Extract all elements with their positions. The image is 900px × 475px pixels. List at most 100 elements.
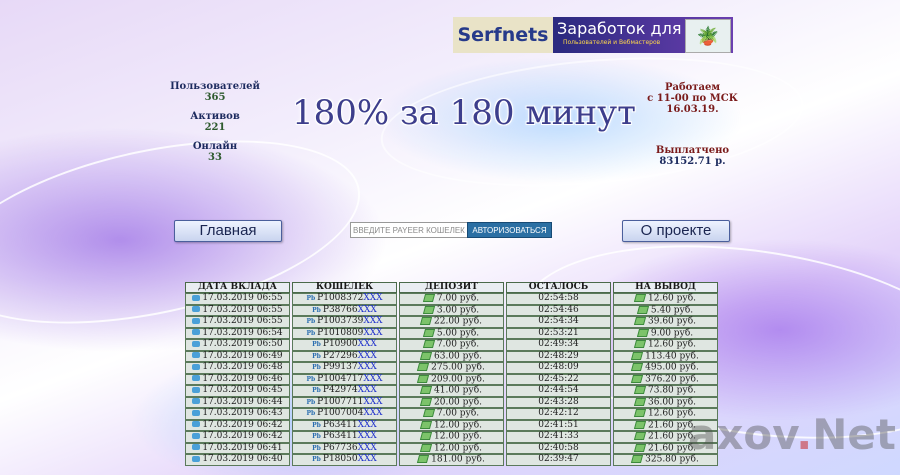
stat-active: Активов 221 [170,111,260,133]
deposit-text: 63.00 руб. [434,351,482,361]
watermark-dot: . [796,410,813,459]
payout-text: 5.40 руб. [650,305,694,315]
stat-value: 365 [204,92,226,103]
work-hours: с 11-00 по МСК [647,93,738,104]
remaining-text: 02:44:54 [538,385,579,396]
cell-remaining: 02:45:22 [506,373,611,385]
remaining-text: 02:48:29 [538,350,579,361]
payeer-icon: Pb [312,456,321,464]
date-text: 17.03.2019 06:40 [202,454,283,465]
cell-deposit: 63.00 руб. [399,350,504,362]
cell-wallet: Pb P38766XXX [292,304,397,316]
wallet-text: P42974 [322,385,358,396]
money-icon [422,340,435,348]
money-icon [417,374,430,383]
cell-deposit: 209.00 руб. [399,373,504,385]
wallet-mask: XXX [363,396,383,407]
remaining-text: 02:49:34 [538,339,579,350]
wallet-mask: XXX [357,454,377,465]
remaining-text: 02:54:58 [538,293,579,304]
cell-deposit: 3.00 руб. [399,304,504,316]
wallet-text: P38766 [322,304,358,315]
banner-title: Заработок для [557,19,682,38]
cell-payout: 36.00 руб. [613,396,718,408]
cell-date: 17.03.2019 06:50 [185,339,290,351]
wallet-text: P18050 [322,454,358,465]
header-payout: НА ВЫВОД [613,282,718,293]
cell-remaining: 02:44:54 [506,385,611,397]
cell-wallet: Pb P1003739XXX [292,316,397,328]
table-row: 17.03.2019 06:49 Pb P27296XXX 63.00 руб. 02:… [185,350,718,362]
wallet-mask: XXX [363,293,383,304]
cell-wallet: Pb P63411XXX [292,431,397,443]
banner-logo: Serfnets [453,17,553,53]
wallet-mask: XXX [363,408,383,419]
cell-wallet: Pb P63411XXX [292,419,397,431]
cell-wallet: Pb P10900XXX [292,339,397,351]
stats-right: Работаем с 11-00 по МСК 16.03.19. Выплат… [640,82,745,167]
payout-text: 39.60 руб. [648,316,696,327]
plant-icon: 🪴 [696,25,720,47]
cell-date: 17.03.2019 06:49 [185,350,290,362]
clock-icon [192,340,201,347]
cell-remaining: 02:43:28 [506,396,611,408]
paid-value: 83152.71 р. [659,156,726,167]
cell-wallet: Pb P1007004XXX [292,408,397,420]
deposit-text: 12.00 руб. [434,431,482,442]
table-row: 17.03.2019 06:46 Pb P1004717XXX 209.00 руб.… [185,373,718,385]
remaining-text: 02:48:09 [538,362,579,373]
deposits-table: ДАТА ВКЛАДА КОШЕЛЕК ДЕПОЗИТ ОСТАЛОСЬ НА … [183,282,720,466]
cell-date: 17.03.2019 06:42 [185,419,290,431]
deposit-text: 7.00 руб. [436,293,480,304]
wallet-mask: XXX [357,339,377,350]
table-row: 17.03.2019 06:41 Pb P67736XXX 12.00 руб. 02:… [185,442,718,454]
table-row: 17.03.2019 06:48 Pb P99137XXX 275.00 руб. 02… [185,362,718,374]
date-text: 17.03.2019 06:55 [202,293,283,304]
table-header-row: ДАТА ВКЛАДА КОШЕЛЕК ДЕПОЗИТ ОСТАЛОСЬ НА … [185,282,718,293]
cell-remaining: 02:48:29 [506,350,611,362]
wallet-mask: XXX [357,350,377,361]
cell-payout: 9.00 руб. [613,327,718,339]
date-text: 17.03.2019 06:49 [202,350,283,361]
money-icon [417,455,430,463]
cell-payout: 12.60 руб. [613,293,718,305]
authorize-button[interactable]: АВТОРИЗОВАТЬСЯ [467,222,552,238]
ad-banner[interactable]: Serfnets Заработок для Пользователей и В… [453,17,733,53]
cell-wallet: Pb P42974XXX [292,385,397,397]
cell-wallet: Pb P1004717XXX [292,373,397,385]
wallet-text: P63411 [322,431,358,442]
deposit-text: 12.00 руб. [434,443,482,453]
money-icon [419,443,433,452]
cell-deposit: 20.00 руб. [399,396,504,408]
payeer-icon: Pb [306,410,316,418]
date-text: 17.03.2019 06:54 [202,327,283,338]
money-icon [633,340,647,348]
payeer-icon: Pb [312,387,321,395]
cell-date: 17.03.2019 06:46 [185,373,290,385]
stat-label: Пользователей [170,81,260,92]
cell-wallet: Pb P99137XXX [292,362,397,374]
remaining-text: 02:42:12 [538,408,579,419]
cell-date: 17.03.2019 06:42 [185,431,290,443]
cell-deposit: 12.00 руб. [399,442,504,454]
clock-icon [192,329,201,336]
money-icon [419,397,433,406]
payeer-icon: Pb [306,318,316,326]
payeer-wallet-input[interactable] [350,222,468,238]
cell-deposit: 22.00 руб. [399,316,504,328]
payout-text: 495.00 руб. [645,362,699,373]
nav-about-button[interactable]: О проекте [622,220,730,242]
deposit-text: 5.00 руб. [436,328,480,338]
wallet-text: P1007711 [317,396,364,407]
cell-deposit: 5.00 руб. [399,327,504,339]
deposit-text: 7.00 руб. [436,408,480,419]
money-icon [636,305,649,314]
wallet-mask: XXX [363,373,383,384]
money-icon [631,455,644,463]
cell-date: 17.03.2019 06:41 [185,442,290,454]
nav-home-button[interactable]: Главная [174,220,282,242]
payeer-icon: Pb [306,295,316,303]
clock-icon [192,421,201,428]
table-row: 17.03.2019 06:42 Pb P63411XXX 12.00 руб. 02:… [185,419,718,431]
payout-text: 12.60 руб. [648,293,696,304]
